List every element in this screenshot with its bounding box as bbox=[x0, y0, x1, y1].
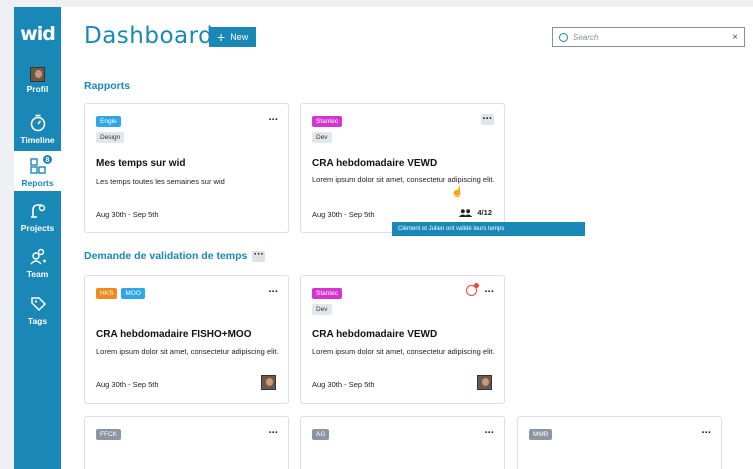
report-card[interactable]: AG ··· bbox=[300, 416, 505, 469]
tag-list: Stantec Dev bbox=[312, 288, 343, 315]
reports-count-badge: 8 bbox=[42, 154, 53, 165]
card-description: Lorem ipsum dolor sit amet, consectetur … bbox=[96, 347, 279, 356]
more-options-icon[interactable]: ··· bbox=[269, 427, 279, 439]
card-description: Les temps toutes les semaines sur wid bbox=[96, 177, 225, 186]
search-placeholder: Search bbox=[573, 32, 599, 42]
tag-badge[interactable]: HKS bbox=[96, 288, 118, 299]
page-title: Dashboard bbox=[84, 23, 214, 49]
tag-badge[interactable]: Design bbox=[96, 132, 125, 143]
validation-count[interactable]: 4/12 bbox=[458, 208, 492, 217]
sidebar-item-projects[interactable]: Projects bbox=[14, 201, 61, 235]
sidebar-item-label: Profil bbox=[26, 84, 49, 94]
app-logo[interactable]: wid bbox=[14, 23, 61, 45]
tag-badge[interactable]: Engie bbox=[96, 116, 121, 127]
more-options-icon[interactable]: ··· bbox=[480, 114, 494, 125]
sidebar-item-label: Projects bbox=[20, 223, 55, 233]
search-icon bbox=[559, 32, 568, 42]
tag-badge[interactable]: Dev bbox=[312, 132, 332, 143]
new-button-label: New bbox=[230, 32, 249, 42]
more-options-icon[interactable]: ··· bbox=[252, 249, 266, 262]
tag-badge[interactable]: MOO bbox=[121, 288, 145, 299]
people-icon bbox=[459, 208, 473, 217]
tag-list: Engie Design bbox=[96, 116, 125, 143]
stopwatch-icon bbox=[30, 114, 45, 132]
team-icon bbox=[29, 248, 46, 265]
validation-card[interactable]: Stantec Dev ··· CRA hebdomadaire VEWD Lo… bbox=[300, 275, 505, 404]
section-validation: Demande de validation de temps ··· bbox=[84, 249, 266, 262]
card-title: CRA hebdomadaire VEWD bbox=[312, 329, 438, 340]
section-title: Rapports bbox=[84, 80, 131, 92]
report-card[interactable]: FFCK ··· bbox=[84, 416, 289, 469]
more-options-icon[interactable]: ··· bbox=[485, 427, 495, 439]
section-title: Demande de validation de temps bbox=[84, 250, 248, 262]
sidebar-item-label: Team bbox=[26, 269, 49, 279]
card-date-range: Aug 30th - Sep 5th bbox=[96, 210, 159, 219]
avatar bbox=[477, 375, 492, 390]
sidebar-item-team[interactable]: Team bbox=[14, 247, 61, 281]
more-options-icon[interactable]: ··· bbox=[269, 286, 279, 298]
tag-icon bbox=[30, 297, 46, 312]
avatar bbox=[30, 67, 45, 82]
avatar bbox=[261, 375, 276, 390]
validation-count-text: 4/12 bbox=[477, 208, 492, 217]
card-date-range: Aug 30th - Sep 5th bbox=[312, 380, 375, 389]
tag-list: FFCK bbox=[96, 429, 121, 440]
hand-cursor-icon: ☝ bbox=[451, 187, 464, 198]
sidebar-item-label: Tags bbox=[27, 316, 48, 326]
tag-badge[interactable]: FFCK bbox=[96, 429, 121, 440]
card-date-range: Aug 30th - Sep 5th bbox=[96, 380, 159, 389]
sidebar-item-label: Timeline bbox=[20, 135, 55, 145]
more-options-icon[interactable]: ··· bbox=[485, 286, 495, 298]
new-button[interactable]: + New bbox=[209, 27, 257, 47]
tag-badge[interactable]: MMB bbox=[529, 429, 553, 440]
search-input[interactable]: Search × bbox=[552, 27, 745, 47]
sidebar-item-tags[interactable]: Tags bbox=[14, 294, 61, 328]
sidebar-item-timeline[interactable]: Timeline bbox=[14, 113, 61, 147]
tag-badge[interactable]: Stantec bbox=[312, 116, 343, 127]
tag-list: MMB bbox=[529, 429, 553, 440]
tag-badge[interactable]: Dev bbox=[312, 304, 332, 315]
card-description: Lorem ipsum dolor sit amet, consectetur … bbox=[312, 175, 495, 184]
sidebar: wid Profil Timeline 8 Reports Projects T… bbox=[14, 7, 61, 469]
validation-tooltip: Clément et Julien ont validé leurs temps bbox=[392, 222, 585, 236]
sidebar-item-label: Reports bbox=[21, 178, 54, 188]
tag-list: Stantec Dev bbox=[312, 116, 343, 143]
more-options-icon[interactable]: ··· bbox=[702, 427, 712, 439]
tag-list: HKS MOO bbox=[96, 288, 145, 299]
card-description: Lorem ipsum dolor sit amet, consectetur … bbox=[312, 347, 495, 356]
card-date-range: Aug 30th - Sep 5th bbox=[312, 210, 375, 219]
app-frame: wid Profil Timeline 8 Reports Projects T… bbox=[0, 0, 753, 469]
report-card[interactable]: Engie Design ··· Mes temps sur wid Les t… bbox=[84, 103, 289, 233]
clear-search-icon[interactable]: × bbox=[732, 32, 738, 43]
card-title: CRA hebdomadaire FISHO+MOO bbox=[96, 329, 252, 340]
more-options-icon[interactable]: ··· bbox=[269, 114, 279, 126]
sidebar-item-profil[interactable]: Profil bbox=[14, 67, 61, 103]
validation-card[interactable]: HKS MOO ··· CRA hebdomadaire FISHO+MOO L… bbox=[84, 275, 289, 404]
card-title: Mes temps sur wid bbox=[96, 158, 186, 169]
section-rapports: Rapports bbox=[84, 80, 130, 92]
report-card[interactable]: MMB ··· bbox=[517, 416, 722, 469]
plus-icon: + bbox=[217, 29, 226, 45]
sidebar-item-reports[interactable]: 8 Reports bbox=[14, 151, 61, 191]
main-content: Dashboard + New Search × Rapports Engie … bbox=[61, 7, 753, 469]
tag-badge[interactable]: Stantec bbox=[312, 288, 343, 299]
card-title: CRA hebdomadaire VEWD bbox=[312, 158, 438, 169]
projects-icon bbox=[30, 204, 45, 218]
tag-list: AG bbox=[312, 429, 330, 440]
tag-badge[interactable]: AG bbox=[312, 429, 330, 440]
alert-clock-icon bbox=[466, 283, 479, 296]
report-card[interactable]: Stantec Dev ··· CRA hebdomadaire VEWD Lo… bbox=[300, 103, 505, 233]
